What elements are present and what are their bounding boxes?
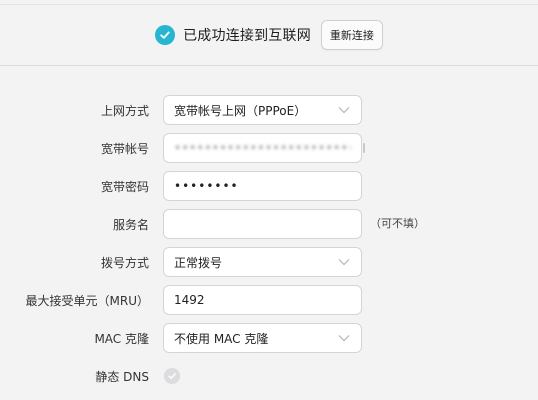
password-label: 宽带密码 <box>100 180 149 194</box>
form-row-static-dns: 静态 DNS <box>0 361 538 393</box>
static-dns-checkbox[interactable] <box>164 368 180 384</box>
check-circle-icon <box>168 373 176 379</box>
service-name-input[interactable] <box>163 209 362 239</box>
form-row-service-name: 服务名 （可不填） <box>0 209 538 241</box>
mru-label: 最大接受单元（MRU） <box>25 294 149 308</box>
dial-mode-select[interactable]: 正常拨号 <box>163 247 362 277</box>
connection-status-text: 已成功连接到互联网 <box>183 28 311 44</box>
dial-mode-value: 正常拨号 <box>174 255 223 270</box>
section-divider <box>0 65 538 66</box>
connection-mode-select[interactable]: 宽带帐号上网（PPPoE） <box>163 95 362 125</box>
mac-clone-label: MAC 克隆 <box>94 332 149 346</box>
service-name-label: 服务名 <box>112 218 149 232</box>
connection-mode-label: 上网方式 <box>100 104 149 118</box>
scroll-marker <box>363 143 365 153</box>
check-circle-icon <box>155 25 176 45</box>
mac-clone-value: 不使用 MAC 克隆 <box>174 331 269 346</box>
account-value: •••••••••••••••••••••••••• <box>174 141 351 155</box>
form-row-connection-mode: 上网方式 宽带帐号上网（PPPoE） <box>0 95 538 127</box>
chevron-down-icon <box>337 103 351 117</box>
form-row-mac-clone: MAC 克隆 不使用 MAC 克隆 <box>0 323 538 355</box>
form-row-account: 宽带帐号 •••••••••••••••••••••••••• <box>0 133 538 165</box>
mac-clone-select[interactable]: 不使用 MAC 克隆 <box>163 323 362 353</box>
account-input[interactable]: •••••••••••••••••••••••••• <box>163 133 362 163</box>
mru-value: 1492 <box>174 293 205 307</box>
form-row-password: 宽带密码 •••••••• <box>0 171 538 203</box>
form-row-mru: 最大接受单元（MRU） 1492 <box>0 285 538 317</box>
static-dns-label: 静态 DNS <box>95 370 149 384</box>
reconnect-button[interactable]: 重新连接 <box>320 20 383 50</box>
connection-mode-value: 宽带帐号上网（PPPoE） <box>174 103 307 118</box>
connection-status-bar: 已成功连接到互联网 重新连接 <box>0 5 538 65</box>
account-label: 宽带帐号 <box>100 142 149 156</box>
service-name-hint: （可不填） <box>370 217 425 230</box>
form-row-dial-mode: 拨号方式 正常拨号 <box>0 247 538 279</box>
password-input[interactable]: •••••••• <box>163 171 362 201</box>
chevron-down-icon <box>337 331 351 345</box>
dial-mode-label: 拨号方式 <box>100 256 149 270</box>
password-value: •••••••• <box>174 179 239 193</box>
mru-input[interactable]: 1492 <box>163 285 362 315</box>
chevron-down-icon <box>337 255 351 269</box>
